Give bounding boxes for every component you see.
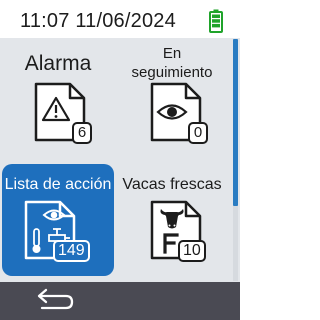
tile-label: Vacas frescas xyxy=(122,176,222,193)
scrollbar[interactable] xyxy=(233,39,238,281)
tile-label: Alarma xyxy=(24,52,92,75)
tile-lista-de-accion[interactable]: Lista de acción 149 xyxy=(2,164,114,276)
tile-label-line1: En xyxy=(162,45,182,62)
back-arrow-icon xyxy=(37,288,74,310)
scrollbar-thumb[interactable] xyxy=(233,39,238,206)
lista-de-accion-count-badge: 149 xyxy=(53,240,90,262)
tile-vacas-frescas[interactable]: Vacas frescas 10 xyxy=(116,164,228,276)
alarma-count-badge: 6 xyxy=(72,122,92,144)
tile-alarma[interactable]: Alarma 6 xyxy=(2,40,114,152)
tile-label: Lista de acción xyxy=(4,176,112,193)
en-seguimiento-count-badge: 0 xyxy=(188,122,208,144)
navigation-bar xyxy=(0,282,240,320)
tile-en-seguimiento[interactable]: En seguimiento 0 xyxy=(116,40,228,152)
battery-full-icon xyxy=(209,9,223,33)
tile-label-line2: seguimiento xyxy=(131,64,213,81)
vacas-frescas-count-badge: 10 xyxy=(178,240,206,262)
clock-datetime: 11:07 11/06/2024 xyxy=(20,10,176,32)
back-button[interactable] xyxy=(30,286,78,316)
